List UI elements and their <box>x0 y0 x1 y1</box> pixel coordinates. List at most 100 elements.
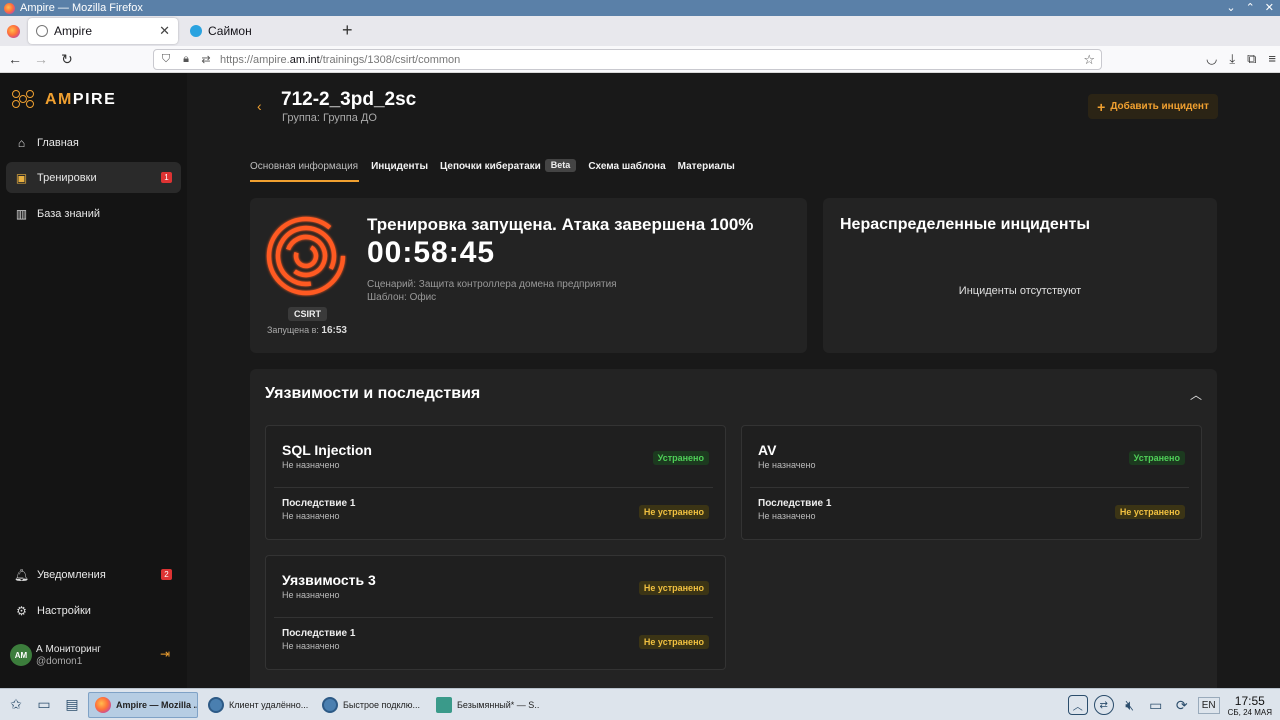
taskbar-task-label: Безымянный* — S... <box>457 699 540 710</box>
window-titlebar: Ampire — Mozilla Firefox ⌄ ⌃ ✕ <box>0 0 1280 16</box>
tab-materials[interactable]: Материалы <box>678 160 735 182</box>
browser-nav-bar: ← → ↻ ⛉ 🔒︎ ⇄ https://ampire.am.int/train… <box>0 46 1280 73</box>
book-icon: ▥ <box>15 206 28 221</box>
sidebar-item-knowledge-base[interactable]: ▥ База знаний <box>6 198 181 229</box>
start-menu-icon[interactable]: ✩ <box>4 693 28 717</box>
file-manager-icon[interactable]: ▤ <box>60 693 84 717</box>
logo-text: AMPIRE <box>45 91 117 108</box>
tab-main-info[interactable]: Основная информация <box>250 160 360 182</box>
remote-client-icon <box>208 696 224 713</box>
taskbar-task-firefox[interactable]: Ampire — Mozilla ... <box>88 691 198 718</box>
browser-tab-bar: Ampire ✕ Саймон + <box>0 16 1280 46</box>
editor-icon <box>436 696 452 713</box>
window-title: Ampire — Mozilla Firefox <box>20 2 143 14</box>
bookmark-star-icon[interactable]: ☆ <box>1083 52 1095 68</box>
new-tab-icon[interactable]: + <box>334 20 363 46</box>
close-tab-icon[interactable]: ✕ <box>159 23 170 39</box>
tab-attack-chains[interactable]: Цепочки кибератаки Beta <box>440 159 577 182</box>
system-tray: ︿ ⇄ 🔇︎ ▭ ⟳ EN 17:55 СБ, 24 МАЯ <box>1067 689 1280 720</box>
tray-expand-icon[interactable]: ︿ <box>1067 695 1088 715</box>
divider <box>750 487 1189 488</box>
sidebar-item-notifications[interactable]: 🔔︎ Уведомления 2 <box>6 559 181 590</box>
unassigned-incidents-card: Нераспределенные инциденты Инциденты отс… <box>823 198 1217 353</box>
vulnerability-card[interactable]: Уязвимость 3 Не назначено Не устранено П… <box>265 555 726 670</box>
clock[interactable]: 17:55 СБ, 24 МАЯ <box>1228 694 1272 717</box>
user-login: @domon1 <box>36 656 83 667</box>
collapse-chevron-icon[interactable]: ︿ <box>1190 386 1202 403</box>
close-window-icon[interactable]: ✕ <box>1265 1 1274 14</box>
training-status-title: Тренировка запущена. Атака завершена 100… <box>367 215 754 234</box>
downloads-icon[interactable]: ⤓ <box>1229 51 1235 67</box>
logo[interactable]: AMPIRE <box>12 90 116 110</box>
progress-ring-icon <box>266 216 346 296</box>
pocket-icon[interactable]: ◡ <box>1206 51 1217 67</box>
telegram-favicon-icon <box>190 25 202 37</box>
toolbar-right: ◡ ⤓ ⧉ ≡ <box>1206 51 1276 67</box>
quick-connect-icon <box>322 696 338 713</box>
permissions-icon[interactable]: ⇄ <box>198 53 214 66</box>
plus-icon: + <box>1097 98 1106 115</box>
sidebar-item-home[interactable]: ⌂ Главная <box>6 127 181 158</box>
page-subtitle: Группа: Группа ДО <box>282 112 377 124</box>
vulnerability-name: SQL Injection <box>282 442 372 458</box>
logout-icon[interactable]: ⇥ <box>160 647 170 661</box>
maximize-icon[interactable]: ⌃ <box>1246 1 1255 14</box>
unassigned-incidents-title: Нераспределенные инциденты <box>840 216 1090 233</box>
url-bar[interactable]: ⛉ 🔒︎ ⇄ https://ampire.am.int/trainings/1… <box>153 49 1102 70</box>
update-icon[interactable]: ⟳ <box>1172 695 1192 715</box>
training-status-card: CSIRT Запущена в: 16:53 Тренировка запущ… <box>250 198 807 353</box>
taskbar-task-untitled[interactable]: Безымянный* — S... <box>430 692 540 718</box>
vulnerability-card[interactable]: SQL Injection Не назначено Устранено Пос… <box>265 425 726 540</box>
back-arrow-icon[interactable]: ← <box>2 51 28 67</box>
status-badge: Устранено <box>1128 451 1185 465</box>
bell-icon: 🔔︎ <box>13 567 30 582</box>
browser-tab-label: Ampire <box>54 24 93 38</box>
beta-badge: Beta <box>544 159 577 172</box>
tab-incidents[interactable]: Инциденты <box>371 160 428 182</box>
display-icon[interactable]: ▭ <box>1146 695 1166 715</box>
user-name: А Мониторинг <box>36 644 101 655</box>
avatar: AM <box>10 644 32 666</box>
browser-tab-saimon[interactable]: Саймон <box>182 18 332 44</box>
status-badge: Не устранено <box>638 635 709 649</box>
tab-template-scheme[interactable]: Схема шаблона <box>588 160 665 182</box>
forward-arrow-icon[interactable]: → <box>28 51 54 67</box>
minimize-icon[interactable]: ⌄ <box>1226 1 1235 14</box>
menu-icon[interactable]: ≡ <box>1268 51 1276 67</box>
home-icon: ⌂ <box>17 135 26 150</box>
taskbar: ✩ ▭ ▤ Ampire — Mozilla ... Клиент удалён… <box>0 688 1280 720</box>
firefox-icon <box>4 2 15 14</box>
sidebar-item-label: Уведомления <box>37 568 106 581</box>
browser-tab-ampire[interactable]: Ampire ✕ <box>28 18 178 44</box>
taskbar-task-label: Ampire — Mozilla ... <box>116 699 198 710</box>
add-incident-button[interactable]: + Добавить инцидент <box>1088 94 1218 119</box>
training-meta: Сценарий: Защита контроллера домена пред… <box>367 278 617 304</box>
firefox-view-icon <box>6 24 20 38</box>
lock-icon[interactable]: 🔒︎ <box>178 53 194 66</box>
vulnerability-name: AV <box>758 442 777 458</box>
sidebar-item-settings[interactable]: ⚙ Настройки <box>6 595 181 626</box>
divider <box>274 617 713 618</box>
extensions-icon[interactable]: ⧉ <box>1247 51 1256 67</box>
url-text[interactable]: https://ampire.am.int/trainings/1308/csi… <box>220 54 460 66</box>
shield-icon[interactable]: ⛉ <box>158 53 174 66</box>
sidebar: AMPIRE ⌂ Главная ▣ Тренировки 1 ▥ База з… <box>0 73 187 688</box>
firefox-view-button[interactable] <box>0 16 26 46</box>
sidebar-item-label: База знаний <box>37 207 101 220</box>
taskbar-task-quick-connect[interactable]: Быстрое подклю... <box>316 692 426 718</box>
volume-muted-icon[interactable]: 🔇︎ <box>1120 695 1140 715</box>
sidebar-item-trainings[interactable]: ▣ Тренировки 1 <box>6 162 181 193</box>
ampire-favicon-icon <box>36 25 48 37</box>
back-chevron-icon[interactable]: ‹ <box>257 98 262 114</box>
trainings-icon: ▣ <box>15 170 28 185</box>
network-icon[interactable]: ⇄ <box>1093 695 1114 715</box>
user-profile[interactable]: AM А Мониторинг @domon1 <box>10 643 101 667</box>
desktop-icon[interactable]: ▭ <box>32 693 56 717</box>
reload-icon[interactable]: ↻ <box>54 51 80 68</box>
status-badge: Устранено <box>652 451 709 465</box>
csirt-tag: CSIRT <box>288 307 327 321</box>
taskbar-task-label: Быстрое подклю... <box>343 699 420 710</box>
taskbar-task-remote-client[interactable]: Клиент удалённо... <box>202 692 312 718</box>
keyboard-layout[interactable]: EN <box>1197 696 1220 714</box>
vulnerability-card[interactable]: AV Не назначено Устранено Последствие 1 … <box>741 425 1202 540</box>
